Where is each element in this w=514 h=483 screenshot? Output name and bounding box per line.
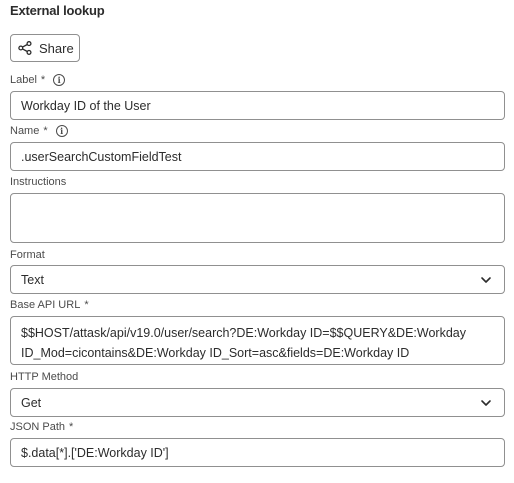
required-marker: *	[84, 299, 89, 311]
section-title: External lookup	[10, 3, 105, 18]
info-icon[interactable]: i	[55, 125, 68, 137]
required-marker: *	[69, 421, 74, 433]
required-marker: *	[40, 74, 46, 86]
name-field-label: Name * i	[10, 124, 68, 138]
label-field-label: Label * i	[10, 73, 66, 87]
format-select[interactable]: Text	[10, 265, 505, 294]
format-field-label: Format	[10, 249, 45, 261]
chevron-down-icon	[480, 397, 492, 409]
instructions-textarea[interactable]	[10, 193, 505, 243]
required-marker: *	[43, 125, 48, 137]
base-api-url-line-1: $$HOST/attask/api/v19.0/user/search?DE:W…	[21, 326, 466, 340]
http-method-select[interactable]: Get	[10, 388, 505, 417]
base-api-url-textarea[interactable]: $$HOST/attask/api/v19.0/user/search?DE:W…	[10, 316, 505, 365]
base-api-url-field-label: Base API URL *	[10, 299, 89, 311]
http-method-field-label: HTTP Method	[10, 371, 79, 383]
http-method-selected-value: Get	[21, 395, 42, 410]
format-selected-value: Text	[21, 272, 44, 287]
label-input[interactable]: Workday ID of the User	[10, 91, 505, 120]
share-button[interactable]: Share	[10, 34, 80, 62]
share-icon	[18, 41, 32, 55]
json-path-field-label: JSON Path *	[10, 421, 74, 433]
base-api-url-line-2: ID_Mod=cicontains&DE:Workday ID_Sort=asc…	[21, 346, 410, 360]
name-input[interactable]: .userSearchCustomFieldTest	[10, 142, 505, 171]
chevron-down-icon	[480, 274, 492, 286]
info-icon[interactable]: i	[53, 74, 66, 86]
share-label: Share	[39, 40, 74, 56]
json-path-value: $.data[*].['DE:Workday ID']	[21, 445, 169, 460]
external-lookup-panel: External lookup Share Label * i Workday …	[0, 0, 514, 483]
instructions-field-label: Instructions	[10, 176, 67, 188]
label-input-value: Workday ID of the User	[21, 98, 151, 113]
name-input-value: .userSearchCustomFieldTest	[21, 149, 182, 164]
json-path-input[interactable]: $.data[*].['DE:Workday ID']	[10, 438, 505, 467]
